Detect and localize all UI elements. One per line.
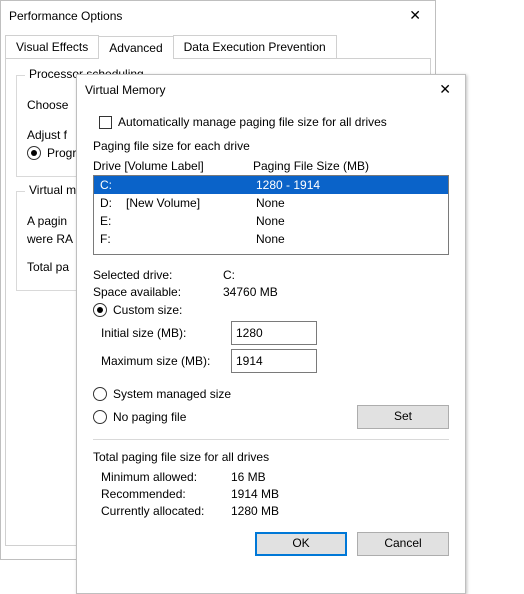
col-drive: Drive [Volume Label]: [93, 159, 253, 173]
space-k: Space available:: [93, 285, 223, 299]
perf-titlebar: Performance Options ✕: [1, 1, 435, 31]
radio-icon: [93, 410, 107, 424]
no-paging-radio[interactable]: No paging file: [93, 410, 357, 424]
programs-label: Progr: [47, 146, 76, 160]
cur-v: 1280 MB: [231, 504, 279, 518]
currently-allocated-row: Currently allocated: 1280 MB: [93, 504, 449, 518]
drive-row[interactable]: D:[New Volume]None: [94, 194, 448, 212]
drive-list-header: Drive [Volume Label] Paging File Size (M…: [93, 159, 449, 173]
perf-tabs: Visual Effects Advanced Data Execution P…: [5, 35, 431, 58]
each-drive-title: Paging file size for each drive: [93, 139, 449, 153]
drive-paging-size: 1280 - 1914: [256, 178, 442, 192]
vm-title: Virtual Memory: [85, 83, 165, 97]
radio-icon: [93, 303, 107, 317]
tab-visual-effects[interactable]: Visual Effects: [5, 35, 99, 58]
radio-icon: [93, 387, 107, 401]
initial-size-label: Initial size (MB):: [93, 326, 231, 340]
min-allowed-row: Minimum allowed: 16 MB: [93, 470, 449, 484]
col-size: Paging File Size (MB): [253, 159, 369, 173]
vm-titlebar: Virtual Memory ✕: [77, 75, 465, 105]
space-available-row: Space available: 34760 MB: [93, 285, 449, 299]
drive-row[interactable]: E: None: [94, 212, 448, 230]
drive-list[interactable]: C:1280 - 1914D:[New Volume]NoneE:NoneF:N…: [93, 175, 449, 255]
drive-letter: E:: [100, 214, 126, 228]
virtual-memory-legend: Virtual m: [25, 183, 80, 197]
system-managed-label: System managed size: [113, 387, 231, 401]
totals-title: Total paging file size for all drives: [93, 450, 449, 464]
auto-manage-checkbox[interactable]: Automatically manage paging file size fo…: [99, 115, 449, 129]
min-v: 16 MB: [231, 470, 266, 484]
custom-size-label: Custom size:: [113, 303, 182, 317]
set-button[interactable]: Set: [357, 405, 449, 429]
virtual-memory-window: Virtual Memory ✕ Automatically manage pa…: [76, 74, 466, 594]
divider: [93, 439, 449, 440]
close-icon[interactable]: ✕: [403, 5, 427, 26]
selected-drive-row: Selected drive: C:: [93, 268, 449, 282]
drive-row[interactable]: F: None: [94, 230, 448, 248]
tab-dep[interactable]: Data Execution Prevention: [173, 35, 337, 58]
max-size-label: Maximum size (MB):: [93, 354, 231, 368]
system-managed-radio[interactable]: System managed size: [93, 387, 449, 401]
checkbox-icon: [99, 116, 112, 129]
auto-manage-label: Automatically manage paging file size fo…: [118, 115, 387, 129]
custom-size-radio[interactable]: Custom size:: [93, 303, 449, 317]
drive-paging-size: None: [256, 214, 442, 228]
recommended-row: Recommended: 1914 MB: [93, 487, 449, 501]
drive-letter: D:: [100, 196, 126, 210]
drive-paging-size: None: [256, 232, 442, 246]
ok-button[interactable]: OK: [255, 532, 347, 556]
cur-k: Currently allocated:: [101, 504, 231, 518]
rec-v: 1914 MB: [231, 487, 279, 501]
max-size-input[interactable]: [231, 349, 317, 373]
radio-icon: [27, 146, 41, 160]
rec-k: Recommended:: [101, 487, 231, 501]
space-v: 34760 MB: [223, 285, 278, 299]
no-paging-label: No paging file: [113, 410, 186, 424]
selected-drive-v: C:: [223, 268, 235, 282]
cancel-button[interactable]: Cancel: [357, 532, 449, 556]
selected-drive-k: Selected drive:: [93, 268, 223, 282]
tab-advanced[interactable]: Advanced: [98, 36, 173, 59]
perf-title: Performance Options: [9, 9, 122, 23]
drive-paging-size: None: [256, 196, 442, 210]
close-icon[interactable]: ✕: [433, 79, 457, 100]
drive-letter: F:: [100, 232, 126, 246]
drive-volume: [New Volume]: [126, 196, 256, 210]
min-k: Minimum allowed:: [101, 470, 231, 484]
drive-letter: C:: [100, 178, 126, 192]
drive-row[interactable]: C: 1280 - 1914: [94, 176, 448, 194]
initial-size-input[interactable]: [231, 321, 317, 345]
